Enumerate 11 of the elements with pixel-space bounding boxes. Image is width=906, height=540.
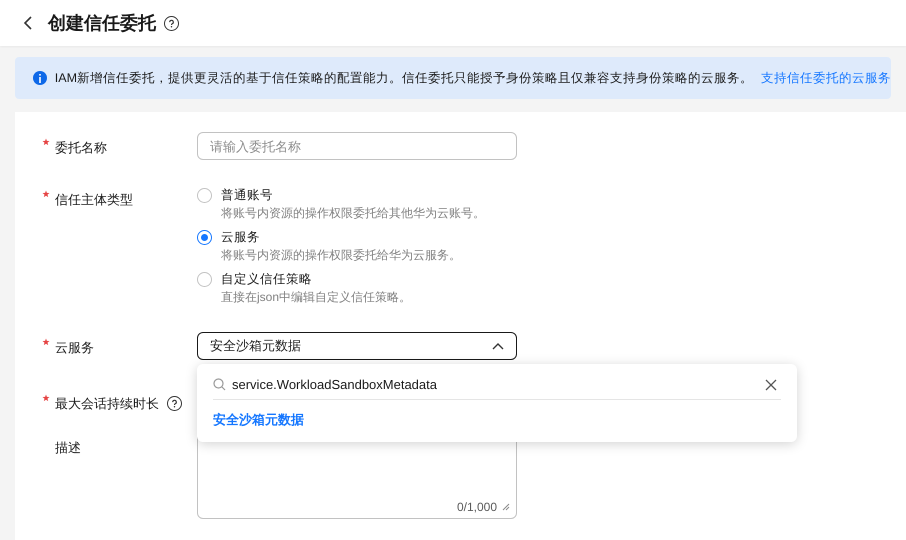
- field-label: 云服务: [55, 339, 94, 357]
- field-label: 信任主体类型: [55, 191, 133, 209]
- field-label: 描述: [55, 439, 81, 457]
- option-description: 将账号内资源的操作权限委托给其他华为云账号。: [221, 205, 485, 222]
- char-counter: 0/1,000: [456, 499, 497, 516]
- notice-text: IAM新增信任委托，提供更灵活的基于信任策略的配置能力。信任委托只能授予身份策略且仅兼容支持身份策略的云服务。: [54, 70, 753, 87]
- field-label: 最大会话持续时长: [55, 395, 159, 413]
- field-label: 委托名称: [55, 139, 107, 157]
- page-title: 创建信任委托: [48, 12, 156, 34]
- option-description: 将账号内资源的操作权限委托给华为云服务。: [221, 247, 461, 264]
- option-description: 直接在json中编辑自定义信任策略。: [221, 289, 412, 306]
